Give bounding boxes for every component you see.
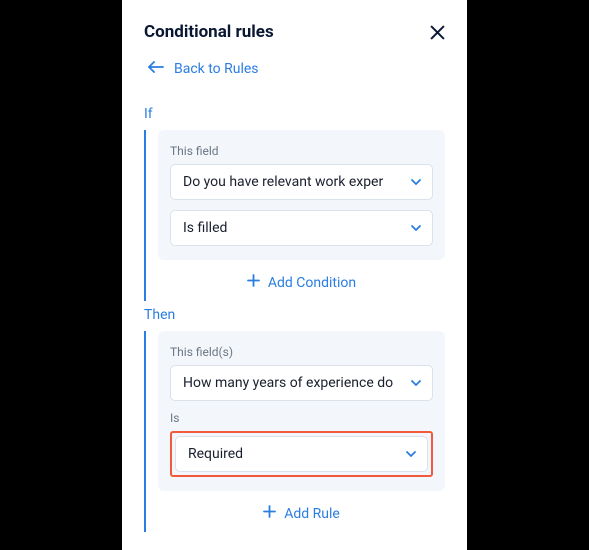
- add-rule-button[interactable]: Add Rule: [158, 493, 445, 532]
- then-section-label: Then: [144, 307, 445, 323]
- back-to-rules-link[interactable]: Back to Rules: [144, 60, 445, 78]
- then-fields-label: This field(s): [170, 345, 433, 359]
- add-condition-button[interactable]: Add Condition: [158, 262, 445, 301]
- conditional-rules-panel: Conditional rules Back to Rules If This …: [122, 0, 467, 550]
- if-block: This field Do you have relevant work exp…: [144, 130, 445, 301]
- then-card: This field(s) How many years of experien…: [158, 331, 445, 491]
- if-section-label: If: [144, 106, 445, 122]
- if-vertical-bar: [144, 130, 146, 301]
- then-vertical-bar: [144, 331, 146, 532]
- close-icon[interactable]: [430, 25, 445, 40]
- then-is-label: Is: [170, 411, 433, 425]
- chevron-down-icon: [410, 222, 422, 234]
- arrow-left-icon: [148, 60, 164, 78]
- if-condition-value: Is filled: [183, 220, 410, 236]
- then-is-value: Required: [188, 446, 405, 462]
- if-field-value: Do you have relevant work exper: [183, 174, 410, 190]
- if-field-label: This field: [170, 144, 433, 158]
- add-rule-label: Add Rule: [284, 506, 340, 522]
- highlight-box: Required: [170, 431, 433, 477]
- plus-icon: [247, 274, 260, 291]
- then-field-value: How many years of experience do: [183, 375, 410, 391]
- panel-header: Conditional rules: [144, 22, 445, 42]
- if-card: This field Do you have relevant work exp…: [158, 130, 445, 260]
- panel-title: Conditional rules: [144, 22, 274, 42]
- chevron-down-icon: [410, 377, 422, 389]
- if-field-dropdown[interactable]: Do you have relevant work exper: [170, 164, 433, 200]
- chevron-down-icon: [405, 448, 417, 460]
- back-link-label: Back to Rules: [174, 61, 259, 77]
- then-field-dropdown[interactable]: How many years of experience do: [170, 365, 433, 401]
- chevron-down-icon: [410, 176, 422, 188]
- then-is-dropdown[interactable]: Required: [175, 436, 428, 472]
- if-condition-dropdown[interactable]: Is filled: [170, 210, 433, 246]
- add-condition-label: Add Condition: [268, 275, 356, 291]
- plus-icon: [263, 505, 276, 522]
- then-block: This field(s) How many years of experien…: [144, 331, 445, 532]
